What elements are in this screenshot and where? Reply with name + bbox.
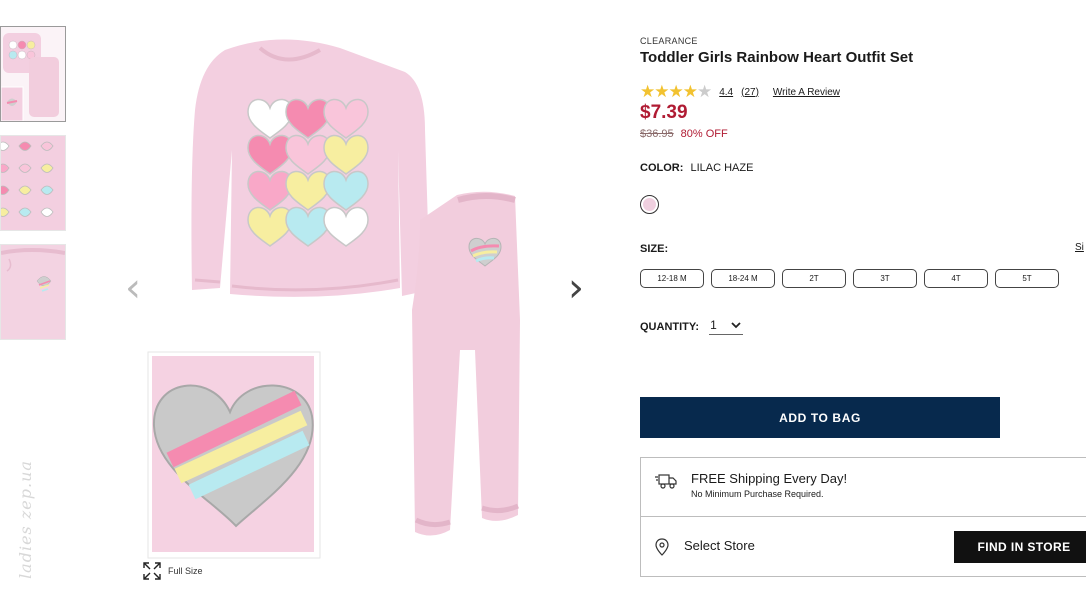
color-row: COLOR: LILAC HAZE bbox=[640, 162, 753, 174]
color-swatch-lilac-haze[interactable] bbox=[640, 195, 659, 214]
quantity-row: QUANTITY: 1 bbox=[640, 318, 743, 335]
fulfillment-box: FREE Shipping Every Day! No Minimum Purc… bbox=[640, 457, 1086, 577]
full-size-button[interactable]: Full Size bbox=[142, 561, 203, 581]
thumbnail-hearts-detail[interactable] bbox=[0, 135, 66, 231]
pants-shape bbox=[412, 191, 520, 536]
size-option-3t[interactable]: 3T bbox=[853, 269, 917, 288]
size-option-4t[interactable]: 4T bbox=[924, 269, 988, 288]
heart-detail-inset bbox=[147, 351, 321, 559]
thumbnail-outfit-image bbox=[1, 27, 65, 121]
size-option-5t[interactable]: 5T bbox=[995, 269, 1059, 288]
rating-value-link[interactable]: 4.4 bbox=[719, 87, 733, 98]
size-option-18-24m[interactable]: 18-24 M bbox=[711, 269, 775, 288]
watermark: ladies zep.ua bbox=[15, 460, 35, 579]
delivery-truck-icon bbox=[655, 474, 677, 489]
main-product-image[interactable] bbox=[120, 20, 600, 565]
select-store-link[interactable]: Select Store bbox=[684, 538, 755, 553]
thumbnail-hearts-image bbox=[1, 136, 65, 230]
chevron-down-icon bbox=[731, 321, 741, 328]
product-title: Toddler Girls Rainbow Heart Outfit Set bbox=[640, 49, 914, 66]
size-option-12-18m[interactable]: 12-18 M bbox=[640, 269, 704, 288]
thumbnail-pants-detail[interactable] bbox=[0, 244, 66, 340]
color-label: COLOR: bbox=[640, 162, 684, 174]
discount-label: 80% OFF bbox=[680, 128, 728, 140]
size-guide-link[interactable]: Si bbox=[1075, 242, 1084, 253]
size-label: SIZE: bbox=[640, 243, 669, 255]
expand-icon bbox=[143, 562, 161, 580]
prev-image-arrow[interactable]: ‹ bbox=[125, 268, 141, 308]
add-to-bag-button[interactable]: ADD TO BAG bbox=[640, 397, 1000, 438]
thumbnail-outfit[interactable] bbox=[0, 26, 66, 122]
shipping-subtitle: No Minimum Purchase Required. bbox=[691, 489, 824, 499]
full-size-label: Full Size bbox=[168, 566, 203, 576]
location-pin-icon bbox=[655, 538, 669, 556]
outfit-illustration bbox=[147, 39, 520, 559]
review-count-link[interactable]: (27) bbox=[741, 87, 759, 98]
write-review-link[interactable]: Write A Review bbox=[773, 87, 840, 98]
chevron-right-icon: › bbox=[568, 265, 584, 311]
chevron-left-icon: ‹ bbox=[125, 265, 141, 311]
original-price: $36.95 bbox=[640, 128, 674, 140]
store-row: Select Store FIND IN STORE bbox=[641, 517, 1086, 575]
product-info: CLEARANCE Toddler Girls Rainbow Heart Ou… bbox=[640, 36, 1086, 66]
quantity-select[interactable]: 1 bbox=[709, 318, 743, 335]
shipping-title: FREE Shipping Every Day! bbox=[691, 471, 848, 486]
find-in-store-button[interactable]: FIND IN STORE bbox=[954, 531, 1086, 563]
shipping-text: FREE Shipping Every Day! No Minimum Purc… bbox=[691, 471, 847, 499]
quantity-value: 1 bbox=[710, 318, 717, 332]
star-rating-icon: ★★★★★ bbox=[640, 82, 712, 101]
next-image-arrow[interactable]: › bbox=[568, 268, 584, 308]
thumbnail-strip bbox=[0, 26, 66, 353]
color-value: LILAC HAZE bbox=[690, 162, 754, 174]
original-price-row: $36.95 80% OFF bbox=[640, 128, 728, 140]
thumbnail-pants-image bbox=[1, 245, 65, 339]
sale-price: $7.39 bbox=[640, 102, 688, 123]
size-option-2t[interactable]: 2T bbox=[782, 269, 846, 288]
quantity-label: QUANTITY: bbox=[640, 320, 700, 333]
clearance-badge: CLEARANCE bbox=[640, 36, 698, 46]
shipping-row: FREE Shipping Every Day! No Minimum Purc… bbox=[641, 458, 1086, 517]
rating-row: ★★★★★ 4.4 (27) Write A Review bbox=[640, 82, 840, 102]
size-options: 12-18 M 18-24 M 2T 3T 4T 5T bbox=[640, 269, 1059, 288]
